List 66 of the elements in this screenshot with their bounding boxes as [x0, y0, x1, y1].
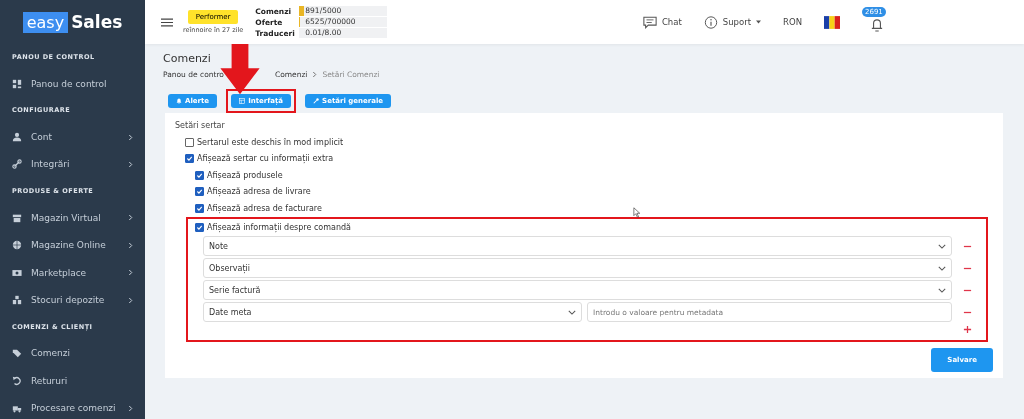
sidebar-item[interactable]: Integrări [0, 150, 145, 179]
checkbox[interactable] [195, 203, 204, 213]
sidebar-item[interactable]: Magazine Online [0, 231, 145, 259]
chevron-down-icon [568, 309, 576, 315]
bell-icon[interactable] [871, 18, 883, 32]
checkbox-option[interactable]: Afișează sertar cu informații extra [185, 150, 993, 167]
select-field[interactable]: Observații [203, 258, 952, 278]
sidebar-item[interactable]: Retururi [0, 367, 145, 395]
sidebar-item[interactable]: Procesare comenzi [0, 394, 145, 419]
select-field[interactable]: Serie factură [203, 280, 952, 300]
truck-icon [12, 403, 22, 414]
checkbox[interactable] [185, 137, 194, 147]
grid-icon [12, 78, 22, 89]
checkbox-option[interactable]: Afișează adresa de facturare [195, 200, 993, 217]
menu-icon[interactable] [161, 17, 173, 27]
page-title: Comenzi [163, 52, 212, 65]
wrench-icon [313, 98, 320, 104]
info-icon [703, 15, 718, 29]
sidebar-item[interactable]: Panou de control [0, 70, 145, 98]
person-icon [12, 132, 22, 143]
link-icon [12, 159, 22, 170]
chevron-right-icon [128, 296, 133, 304]
caret-icon [756, 20, 762, 24]
cursor-icon [633, 207, 641, 218]
banknote-icon [12, 267, 22, 278]
chevron-right-icon [128, 404, 133, 412]
section-title: Setări sertar [175, 121, 226, 130]
chat-link[interactable]: Chat [642, 15, 682, 29]
chat-icon [642, 15, 657, 29]
support-menu[interactable]: Suport [703, 15, 762, 29]
currency-selector[interactable]: RON [783, 17, 802, 27]
flag-icon[interactable] [824, 15, 840, 29]
chevron-down-icon [938, 265, 946, 271]
checkbox[interactable] [195, 187, 204, 197]
boxes-icon [12, 295, 22, 306]
checkbox-option[interactable]: Afișează adresa de livrare [195, 183, 993, 200]
sidebar-item[interactable]: Cont [0, 123, 145, 151]
layout-icon [239, 98, 246, 104]
select-field[interactable]: Note [203, 236, 952, 256]
store-icon [12, 212, 22, 223]
chevron-right-icon [128, 133, 133, 141]
checkbox[interactable] [195, 170, 204, 180]
sidebar-item[interactable]: Stocuri depozite [0, 286, 145, 314]
checkbox-option[interactable]: Sertarul este deschis în mod implicit [185, 134, 993, 151]
chevron-right-icon [312, 71, 318, 78]
chevron-down-icon [938, 287, 946, 293]
checkbox[interactable] [185, 154, 194, 164]
sidebar-item[interactable]: Comenzi [0, 339, 145, 368]
select-field[interactable]: Date meta [203, 302, 582, 322]
tag-icon [12, 348, 22, 359]
checkbox-option[interactable]: Afișează informații despre comandă [195, 219, 972, 236]
checkbox[interactable] [195, 223, 204, 233]
bell-icon [176, 98, 182, 104]
chevron-right-icon [128, 160, 133, 168]
globe-icon [12, 240, 22, 251]
add-icon[interactable] [963, 325, 972, 334]
undo-icon [12, 375, 22, 386]
chevron-right-icon [128, 269, 133, 277]
checkbox-option[interactable]: Afișează produsele [195, 167, 993, 184]
logo-text: easy [22, 11, 69, 33]
chevron-right-icon [128, 214, 133, 222]
chevron-right-icon [128, 241, 133, 249]
chevron-down-icon [938, 243, 946, 249]
sidebar-item[interactable]: Marketplace [0, 258, 145, 287]
sidebar-item[interactable]: Magazin Virtual [0, 204, 145, 232]
logo-text: Sales [71, 12, 123, 32]
